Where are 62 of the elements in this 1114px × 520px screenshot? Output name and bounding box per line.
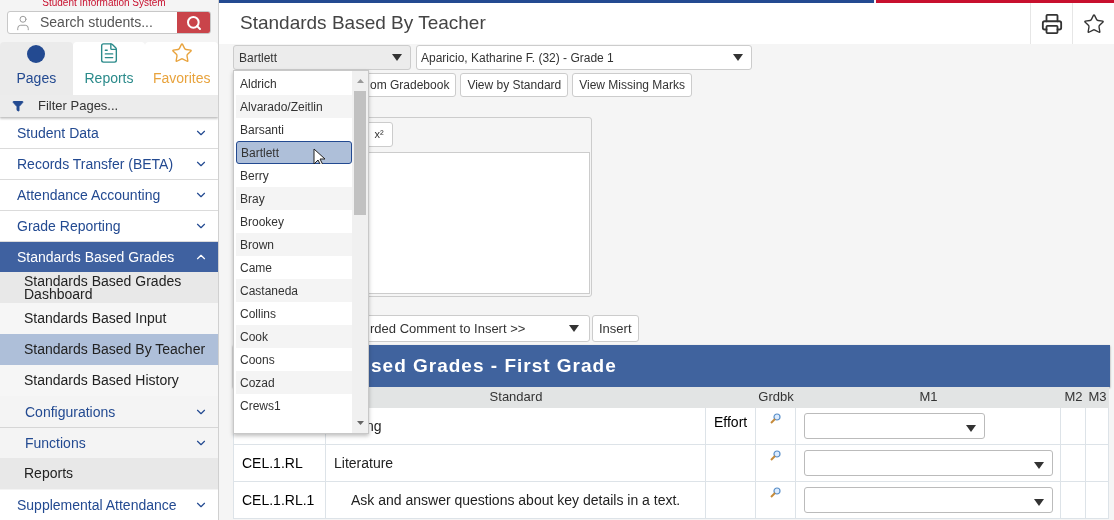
table-title: sed Grades - First Grade [371, 353, 617, 378]
action-button[interactable]: View Missing Marks [572, 73, 693, 97]
menu-item[interactable]: Supplemental Attendance [0, 490, 218, 520]
scrollbar-thumb[interactable] [354, 91, 366, 215]
submenu-group[interactable]: Configurations [0, 397, 218, 427]
dropdown-option[interactable]: Castaneda [236, 279, 352, 302]
cursor-icon [313, 148, 326, 167]
action-button[interactable]: View by Standard [460, 73, 569, 97]
menu-item[interactable]: Student Data [0, 118, 218, 148]
sidebar-tab[interactable]: Reports [72, 42, 146, 96]
scroll-down-icon [356, 421, 364, 425]
menu-item[interactable]: Grade Reporting [0, 211, 218, 241]
table-cell: Literature [326, 445, 706, 482]
dropdown-option[interactable]: Cook [236, 325, 352, 348]
dropdown-option[interactable]: Bray [236, 187, 352, 210]
dropdown-arrow-icon [1034, 462, 1044, 469]
student-select[interactable]: Aparicio, Katharine F. (32) - Grade 1 [416, 45, 752, 70]
dropdown-option[interactable]: Alvarado/Zeitlin [236, 95, 352, 118]
dropdown-option[interactable]: Brown [236, 233, 352, 256]
header-cell: Grdbk [756, 387, 796, 408]
star-icon [170, 42, 193, 65]
magnifier-icon [770, 450, 781, 461]
teacher-select[interactable]: Bartlett [233, 45, 411, 70]
mark-select[interactable] [804, 450, 1053, 476]
magnifier-icon [770, 413, 781, 424]
filter-icon [12, 100, 24, 113]
dropdown-option[interactable]: Cozad [236, 371, 352, 394]
dropdown-arrow-icon [569, 325, 579, 332]
menu-item[interactable]: Records Transfer (BETA) [0, 149, 218, 179]
dropdown-arrow-icon [733, 54, 743, 61]
table-cell [1086, 445, 1109, 482]
insert-button[interactable]: Insert [592, 315, 639, 342]
dropdown-arrow-icon [1034, 499, 1044, 506]
scrollbar[interactable] [352, 71, 368, 433]
magnifier-icon [770, 487, 781, 498]
submenu-item[interactable]: Reports [0, 458, 218, 489]
document-icon [98, 42, 120, 65]
dropdown-option[interactable]: Bartlett [236, 141, 352, 164]
header-cell: M2 [1061, 387, 1086, 408]
table-cell: CEL.1.RL [233, 445, 326, 482]
menu-item[interactable]: Standards Based Grades [0, 242, 218, 272]
submenu-item[interactable]: Standards Based By Teacher [0, 334, 218, 365]
filter-field[interactable]: Filter Pages... [0, 95, 218, 117]
header-cell: M1 [796, 387, 1061, 408]
mark-select[interactable] [804, 413, 985, 439]
dropdown-arrow-icon [392, 54, 402, 61]
circle-icon [26, 44, 47, 65]
star-icon [1082, 12, 1105, 35]
submenu-group[interactable]: Functions [0, 428, 218, 458]
table-cell [1086, 408, 1109, 445]
table-cell: CEL.1.RL.1 [233, 482, 326, 519]
printer-icon [1040, 12, 1063, 35]
sidebar-tab[interactable]: Pages [0, 42, 73, 96]
scroll-up-icon [356, 79, 364, 83]
mark-select[interactable] [804, 487, 1053, 513]
table-cell: Effort [706, 408, 756, 445]
page-title: Standards Based By Teacher [240, 11, 487, 36]
menu-item[interactable]: Attendance Accounting [0, 180, 218, 210]
header-cell: M3 [1086, 387, 1109, 408]
submenu-item[interactable]: Standards Based Grades Dashboard [0, 272, 218, 303]
dropdown-arrow-icon [966, 425, 976, 432]
table-cell: Ask and answer questions about key details in a text. [326, 482, 706, 519]
